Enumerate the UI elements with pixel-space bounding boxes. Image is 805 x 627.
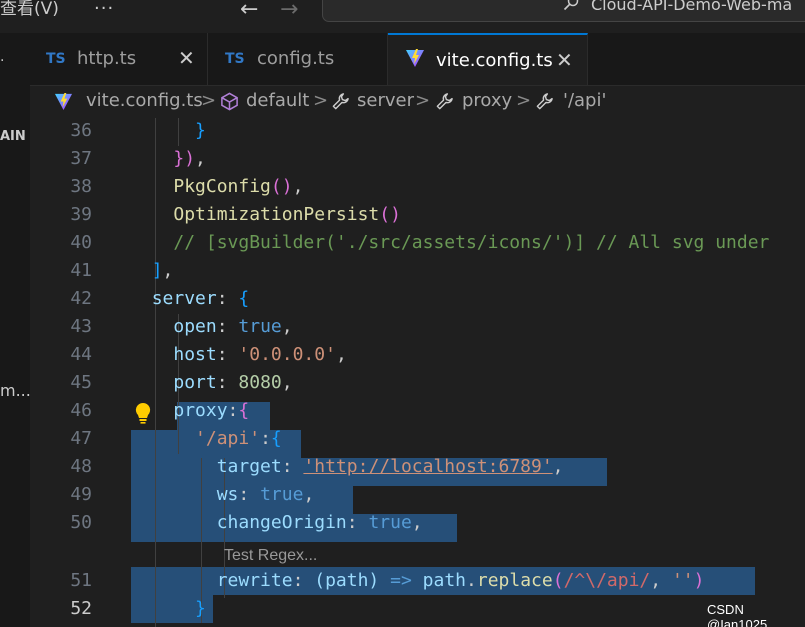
close-icon[interactable]: ✕ [178, 46, 195, 70]
code-line-42: server: { [151, 288, 250, 309]
command-center[interactable]: Cloud-API-Demo-Web-ma [322, 0, 805, 22]
breadcrumb: vite.config.ts > default > server > prox… [30, 86, 805, 118]
code-line-36: } [195, 120, 206, 141]
tab-http-ts[interactable]: TS http.ts ✕ [30, 33, 208, 85]
breadcrumb-separator: > [313, 90, 329, 111]
code-line-38: PkgConfig(), [173, 176, 304, 197]
line-number: 38 [70, 176, 92, 197]
code-line-43: open: true, [173, 316, 293, 337]
code-line-40: // [svgBuilder('./src/assets/icons/')] /… [173, 232, 770, 253]
tab-config-ts[interactable]: TS config.ts [208, 33, 388, 85]
line-number-current: 52 [70, 598, 92, 619]
code-editor[interactable]: 36 37 38 39 40 41 42 43 44 45 46 47 48 4… [30, 118, 805, 627]
code-line-41: ], [151, 260, 174, 281]
breadcrumb-separator: > [415, 90, 431, 111]
line-number: 46 [70, 400, 92, 421]
vite-icon [406, 49, 424, 67]
wrench-icon [536, 93, 553, 110]
breadcrumb-default[interactable]: default [246, 90, 309, 111]
breadcrumb-separator: > [516, 90, 532, 111]
more-menu-button[interactable]: ··· [94, 0, 114, 19]
title-bar: 查看(V) ··· ← → Cloud-API-Demo-Web-ma [0, 0, 805, 33]
line-number: 45 [70, 372, 92, 393]
explorer-section-label[interactable]: AIN [0, 129, 26, 144]
line-number: 40 [70, 232, 92, 253]
code-line-45: port: 8080, [173, 372, 293, 393]
line-number: 36 [70, 120, 92, 141]
line-number: 37 [70, 148, 92, 169]
line-number: 51 [70, 570, 92, 591]
vite-icon [54, 92, 73, 111]
typescript-icon: TS [225, 51, 245, 67]
code-line-46: proxy:{ [173, 400, 250, 421]
code-line-44: host: '0.0.0.0', [173, 344, 347, 365]
code-line-39: OptimizationPersist() [173, 204, 401, 225]
explorer-dot: · [0, 53, 5, 69]
breadcrumb-server[interactable]: server [357, 90, 414, 111]
explorer-item-label[interactable]: m... [0, 381, 31, 400]
line-number: 49 [70, 484, 92, 505]
code-line-37: }), [173, 148, 206, 169]
line-number: 47 [70, 428, 92, 449]
module-cube-icon [221, 92, 238, 111]
tab-label: config.ts [257, 48, 335, 69]
tab-bar: TS http.ts ✕ TS config.ts vite.config.ts… [30, 33, 805, 86]
forward-arrow-icon[interactable]: → [280, 0, 298, 22]
line-number: 42 [70, 288, 92, 309]
search-icon [563, 0, 579, 11]
breadcrumb-separator: > [201, 90, 217, 111]
tab-vite-config-ts[interactable]: vite.config.ts ✕ [388, 33, 588, 85]
line-number: 50 [70, 512, 92, 533]
code-line-48: target: 'http://localhost:6789', [216, 456, 564, 477]
line-number: 41 [70, 260, 92, 281]
code-line-51: rewrite: (path) => path.replace(/^\/api/… [216, 570, 705, 591]
menu-view[interactable]: 查看(V) [0, 0, 59, 18]
line-number: 39 [70, 204, 92, 225]
code-line-47: '/api':{ [195, 428, 282, 449]
breadcrumb-api[interactable]: '/api' [563, 90, 606, 111]
explorer-strip: · AIN m... [0, 33, 31, 627]
watermark: CSDN @Ian1025 [707, 602, 768, 627]
tab-label: http.ts [77, 48, 137, 69]
line-number: 48 [70, 456, 92, 477]
code-line-50: changeOrigin: true, [216, 512, 423, 533]
breadcrumb-proxy[interactable]: proxy [462, 90, 512, 111]
line-number: 43 [70, 316, 92, 337]
wrench-icon [332, 93, 349, 110]
command-center-label: Cloud-API-Demo-Web-ma [591, 0, 793, 14]
close-icon[interactable]: ✕ [556, 48, 573, 72]
code-line-49: ws: true, [216, 484, 315, 505]
codelens-test-regex[interactable]: Test Regex... [224, 547, 317, 565]
tab-label: vite.config.ts [436, 50, 553, 71]
typescript-icon: TS [46, 51, 66, 67]
breadcrumb-file[interactable]: vite.config.ts [86, 90, 203, 111]
code-line-52: } [195, 598, 206, 619]
wrench-icon [436, 93, 453, 110]
back-arrow-icon[interactable]: ← [240, 0, 258, 22]
line-number: 44 [70, 344, 92, 365]
